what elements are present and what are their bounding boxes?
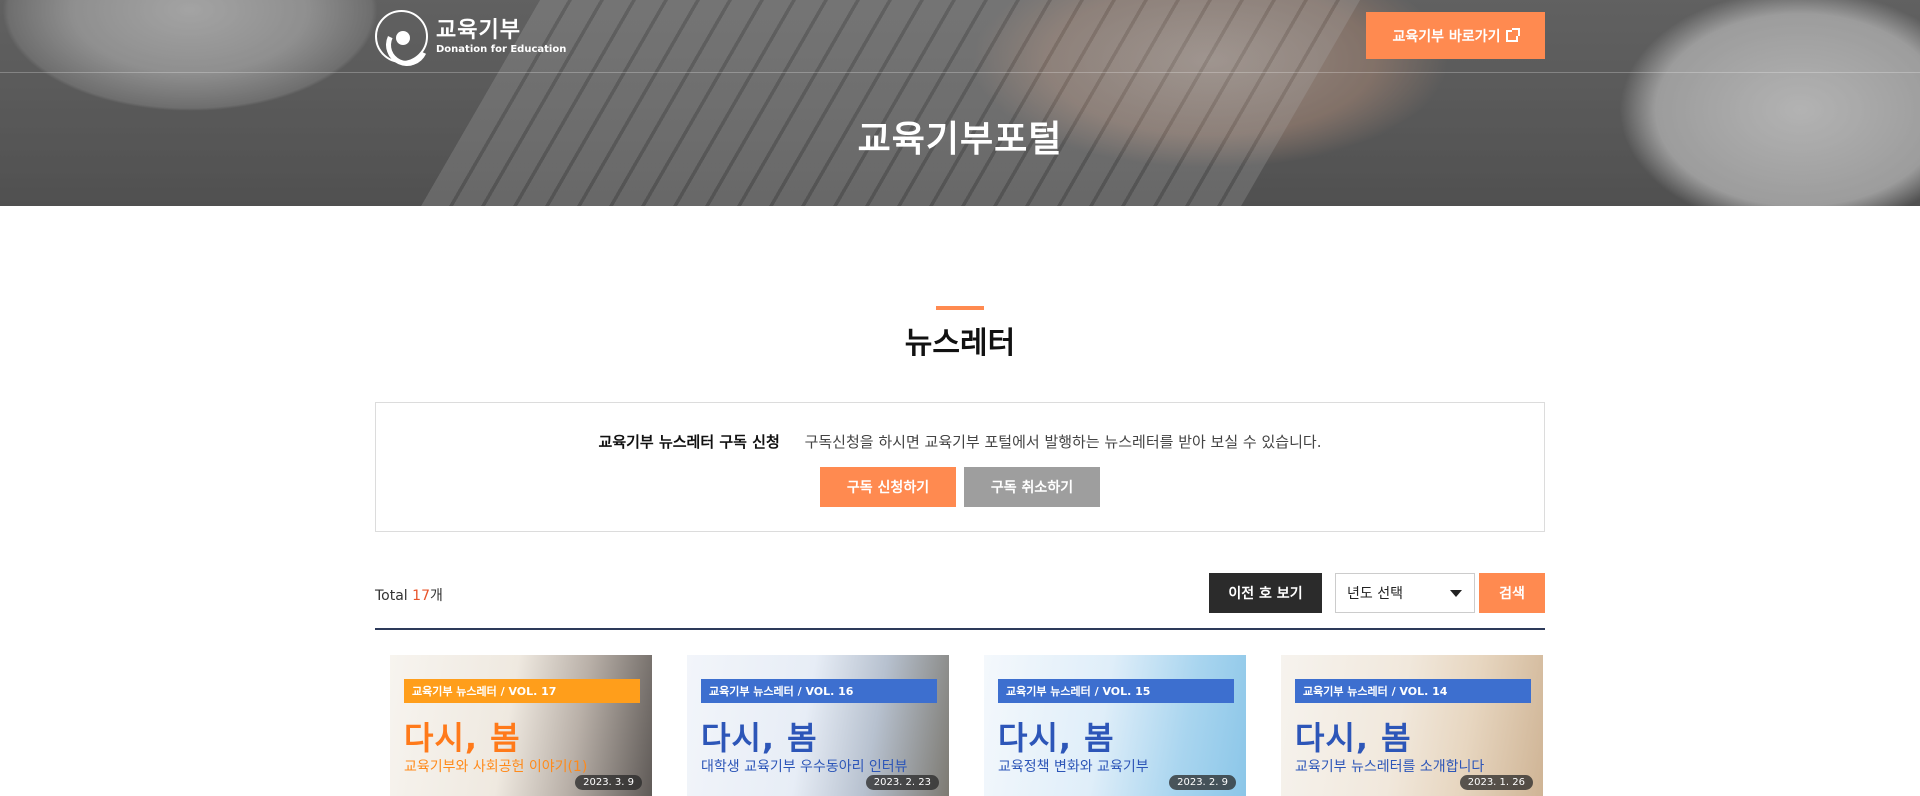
card-headline: 다시, 봄 — [404, 719, 521, 757]
total-prefix: Total — [375, 588, 413, 604]
caret-down-icon — [1450, 590, 1462, 597]
card-subtitle: 교육정책 변화와 교육기부 — [998, 759, 1149, 775]
card-volume-tag: 교육기부 뉴스레터 / VOL. 14 — [1295, 673, 1537, 703]
logo-emblem-icon — [375, 10, 428, 63]
card-headline: 다시, 봄 — [1295, 719, 1412, 757]
logo-text: 교육기부 Donation for Education — [436, 18, 566, 56]
subscribe-button[interactable]: 구독 신청하기 — [820, 467, 956, 507]
page-title: 교육기부포털 — [857, 119, 1063, 160]
subscribe-actions: 구독 신청하기 구독 취소하기 — [376, 467, 1544, 507]
total-count: Total 17개 — [375, 585, 443, 605]
card-date: 2023. 1. 26 — [1459, 775, 1533, 790]
list-divider — [375, 628, 1545, 630]
search-button[interactable]: 검색 — [1479, 573, 1545, 613]
newsletter-list: 교육기부 뉴스레터 / VOL. 17 다시, 봄 교육기부와 사회공헌 이야기… — [390, 655, 1543, 796]
card-date: 2023. 3. 9 — [575, 775, 642, 790]
section-title: 뉴스레터 — [904, 326, 1016, 361]
card-subtitle: 교육기부 뉴스레터를 소개합니다 — [1295, 759, 1485, 775]
card-headline: 다시, 봄 — [998, 719, 1115, 757]
card-date: 2023. 2. 23 — [865, 775, 939, 790]
list-toolbar: Total 17개 이전 호 보기 년도 선택 검색 — [375, 573, 1545, 613]
card-subtitle: 교육기부와 사회공헌 이야기(1) — [404, 759, 588, 775]
logo-english: Donation for Education — [436, 43, 567, 55]
section-accent-bar — [936, 306, 984, 310]
newsletter-card-vol14[interactable]: 교육기부 뉴스레터 / VOL. 14 다시, 봄 교육기부 뉴스레터를 소개합… — [1281, 655, 1543, 796]
hero-banner: 교육기부 Donation for Education 교육기부 바로가기 교육… — [0, 0, 1920, 206]
card-volume-tag: 교육기부 뉴스레터 / VOL. 15 — [998, 673, 1240, 703]
logo-korean: 교육기부 — [436, 17, 521, 43]
subscribe-description: 구독신청을 하시면 교육기부 포털에서 발행하는 뉴스레터를 받아 보실 수 있… — [804, 433, 1322, 451]
card-volume-tag: 교육기부 뉴스레터 / VOL. 16 — [701, 673, 943, 703]
subscribe-info: 교육기부 뉴스레터 구독 신청 구독신청을 하시면 교육기부 포털에서 발행하는… — [376, 431, 1544, 452]
newsletter-card-vol15[interactable]: 교육기부 뉴스레터 / VOL. 15 다시, 봄 교육정책 변화와 교육기부 … — [984, 655, 1246, 796]
total-suffix: 개 — [429, 588, 443, 604]
card-date: 2023. 2. 9 — [1169, 775, 1236, 790]
card-volume-tag: 교육기부 뉴스레터 / VOL. 17 — [404, 673, 646, 703]
site-logo[interactable]: 교육기부 Donation for Education — [375, 10, 566, 63]
total-count-number: 17 — [412, 588, 430, 604]
unsubscribe-button[interactable]: 구독 취소하기 — [964, 467, 1100, 507]
newsletter-card-vol17[interactable]: 교육기부 뉴스레터 / VOL. 17 다시, 봄 교육기부와 사회공헌 이야기… — [390, 655, 652, 796]
year-select[interactable]: 년도 선택 — [1335, 573, 1475, 613]
donation-shortcut-label: 교육기부 바로가기 — [1392, 28, 1501, 45]
external-link-icon — [1506, 27, 1521, 42]
year-select-value: 년도 선택 — [1347, 586, 1403, 602]
hero-divider — [0, 72, 1920, 73]
previous-issues-button[interactable]: 이전 호 보기 — [1209, 573, 1322, 613]
subscribe-label: 교육기부 뉴스레터 구독 신청 — [598, 433, 780, 451]
card-subtitle: 대학생 교육기부 우수동아리 인터뷰 — [701, 759, 908, 775]
card-headline: 다시, 봄 — [701, 719, 818, 757]
subscribe-panel: 교육기부 뉴스레터 구독 신청 구독신청을 하시면 교육기부 포털에서 발행하는… — [375, 402, 1545, 532]
donation-shortcut-button[interactable]: 교육기부 바로가기 — [1366, 12, 1545, 59]
newsletter-card-vol16[interactable]: 교육기부 뉴스레터 / VOL. 16 다시, 봄 대학생 교육기부 우수동아리… — [687, 655, 949, 796]
